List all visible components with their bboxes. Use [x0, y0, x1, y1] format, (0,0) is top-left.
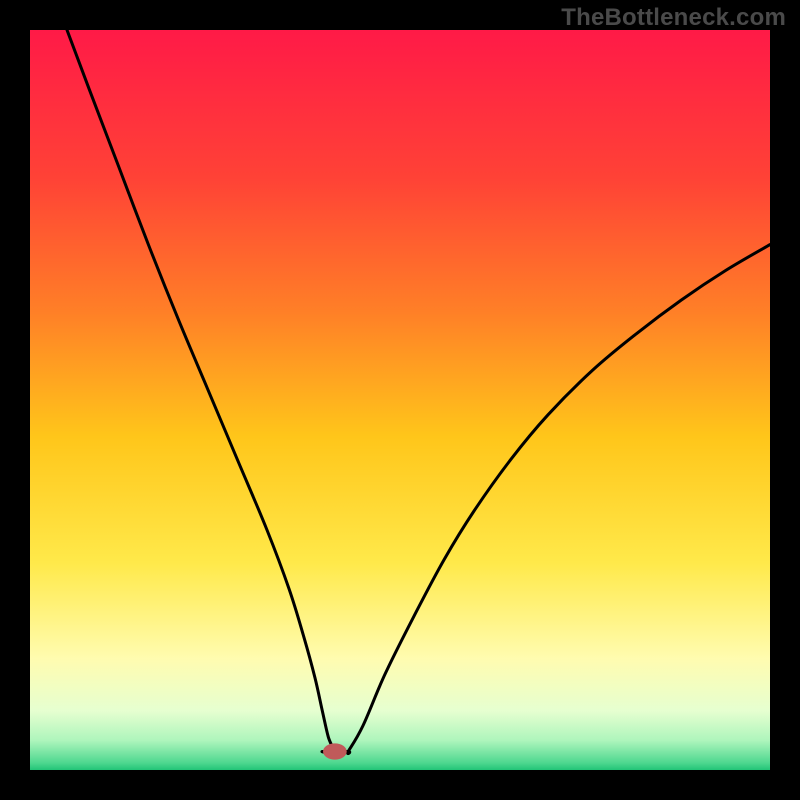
gradient-background: [30, 30, 770, 770]
watermark-text: TheBottleneck.com: [561, 4, 786, 32]
bottleneck-curve-chart: [30, 30, 770, 770]
plot-area: [30, 30, 770, 770]
optimum-marker: [323, 743, 347, 759]
chart-frame: { "watermark": "TheBottleneck.com", "cha…: [0, 0, 800, 800]
